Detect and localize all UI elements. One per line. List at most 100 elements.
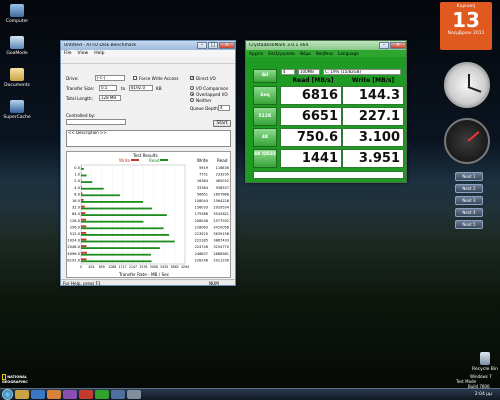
4k-read-value: 750.6 [280, 128, 342, 147]
write-value: 224746 [195, 245, 208, 249]
desktop-icon-label: SuperCache [3, 115, 31, 120]
taskbar-cdm-icon[interactable] [95, 390, 109, 399]
minimize-button[interactable]: – [197, 42, 207, 49]
cdm-titlebar[interactable]: CrystalDiskMark 3.0.1 x64 – × [246, 41, 406, 50]
write-value: 175386 [195, 212, 208, 216]
category-label: 32.0 [72, 206, 81, 210]
taskbar-app2-icon[interactable] [111, 390, 125, 399]
national-geographic-logo: NATIONAL GEOGRAPHIC [2, 374, 32, 384]
atto-statusbar: For Help, press F1 NUM [61, 279, 235, 286]
menu-file[interactable]: File [64, 51, 72, 56]
atto-titlebar[interactable]: Untitled - ATTO Disk Benchmark – □ × [61, 41, 235, 50]
transfer-from-select[interactable]: 0.5 [99, 85, 117, 91]
neither-radio[interactable] [190, 98, 194, 102]
write-bar [81, 258, 87, 261]
write-value: 5919 [199, 166, 208, 170]
menu-help[interactable]: Βοήθεια [316, 51, 333, 56]
512k-button[interactable]: 512K [253, 107, 277, 126]
write-bar [81, 172, 82, 175]
taskbar-app-icon[interactable] [63, 390, 77, 399]
read-value: 116836 [216, 166, 229, 170]
all-button[interactable]: All [253, 69, 277, 83]
size-select[interactable]: 100MB [298, 69, 320, 75]
taskbar-app3-icon[interactable] [127, 390, 141, 399]
taskbar-atto-icon[interactable] [79, 390, 93, 399]
menu-file[interactable]: Αρχείο [249, 51, 263, 56]
controlled-by-select[interactable] [66, 119, 126, 125]
queue-depth-select[interactable]: 4 [218, 105, 230, 111]
taskbar: 2:04 μμ [0, 388, 500, 400]
calendar-gadget[interactable]: Κυριακή 13 Νοεμβρίου 2011 [440, 2, 492, 50]
4k-button[interactable]: 4K [253, 128, 277, 147]
force-write-checkbox[interactable] [133, 76, 137, 80]
gadget-next-4[interactable]: Next 4 [455, 208, 483, 217]
desktop-icon-documents[interactable]: Documents [2, 68, 32, 88]
desktop-icon-supercache[interactable]: SuperCache [2, 100, 32, 120]
read-bar [81, 247, 160, 249]
menu-view[interactable]: View [78, 51, 89, 56]
x-tick-label: 3865 [171, 265, 179, 269]
atto-bar-chart: 0.5 5919 116836 1.0 7751 233295 2.0 16384 465052… [67, 164, 230, 269]
atto-window[interactable]: Untitled - ATTO Disk Benchmark – □ × Fil… [60, 40, 236, 286]
read-header: Read [MB/s] [292, 77, 334, 84]
desktop-icon-recycle-bin[interactable]: Recycle Bin [470, 352, 500, 372]
menu-help[interactable]: Help [94, 51, 104, 56]
write-bar [81, 205, 85, 208]
maximize-button[interactable]: □ [208, 42, 218, 49]
drive-select[interactable]: C: 19% (15/82GB) [323, 69, 401, 75]
4k-write-value: 3.100 [342, 128, 404, 147]
force-write-label: Force Write Access [139, 76, 179, 81]
logo-text: NATIONAL GEOGRAPHIC [2, 375, 28, 384]
crystaldiskmark-window[interactable]: CrystalDiskMark 3.0.1 x64 – × Αρχείο Επε… [245, 40, 407, 183]
count-select[interactable]: 4 [281, 69, 295, 75]
calendar-month-year: Νοεμβρίου 2011 [447, 31, 485, 36]
taskbar-explorer-icon[interactable] [15, 390, 29, 399]
taskbar-media-icon[interactable] [47, 390, 61, 399]
write-value: 228148 [195, 258, 208, 262]
category-label: 256.0 [70, 225, 81, 229]
x-axis-label: Transfer Rate - MB / Sec [119, 272, 170, 277]
seq-button[interactable]: Seq [253, 86, 277, 105]
menu-language[interactable]: Language [338, 51, 359, 56]
io-comparison-radio[interactable] [190, 86, 194, 90]
category-label: 2048.0 [67, 245, 80, 249]
menu-edit[interactable]: Επεξεργασία [268, 51, 295, 56]
4k-qd32-button[interactable]: 4K QD32 [253, 149, 277, 168]
transfer-to-select[interactable]: 8192.0 [129, 85, 153, 91]
gadget-next-1[interactable]: Next 1 [455, 172, 483, 181]
total-length-select[interactable]: 128 MB [99, 95, 121, 101]
write-value: 208048 [195, 219, 208, 223]
desktop-icon-goamode[interactable]: GoaMode [2, 36, 32, 56]
close-button[interactable]: × [390, 42, 406, 49]
read-value: 2886581 [213, 252, 229, 256]
gadget-next-2[interactable]: Next 2 [455, 184, 483, 193]
taskbar-clock[interactable]: 2:04 μμ [475, 392, 492, 397]
x-tick-label: 4294 [181, 265, 189, 269]
4k-qd32-write-value: 3.951 [342, 149, 404, 168]
gadget-next-3[interactable]: Next 3 [455, 196, 483, 205]
close-button[interactable]: × [219, 42, 235, 49]
cdm-status-field [253, 171, 404, 179]
write-value: 213520 [195, 232, 208, 236]
menu-theme[interactable]: Θέμα [300, 51, 311, 56]
start-orb-icon[interactable] [2, 389, 13, 400]
drive-select[interactable]: [-c-] [95, 75, 125, 81]
x-tick-label: 2576 [139, 265, 147, 269]
write-value: 156033 [195, 206, 208, 210]
gadget-next-5[interactable]: Next 5 [455, 220, 483, 229]
drive-label: Drive: [66, 76, 79, 81]
overlapped-io-radio[interactable] [190, 92, 194, 96]
minimize-button[interactable]: – [379, 42, 389, 49]
category-label: 8192.0 [67, 258, 80, 262]
write-bar [81, 185, 82, 188]
category-label: 2.0 [74, 179, 80, 183]
transfer-to-label: to [121, 86, 126, 91]
application-icon [10, 100, 24, 113]
direct-io-checkbox[interactable]: ✓ [190, 75, 194, 80]
write-bar [81, 179, 82, 181]
description-textarea[interactable]: << Description >> [66, 130, 231, 147]
taskbar-browser-icon[interactable] [31, 390, 45, 399]
start-button[interactable]: Start [213, 120, 231, 127]
desktop-icon-computer[interactable]: Computer [2, 4, 32, 24]
read-value: 3410056 [213, 225, 229, 229]
